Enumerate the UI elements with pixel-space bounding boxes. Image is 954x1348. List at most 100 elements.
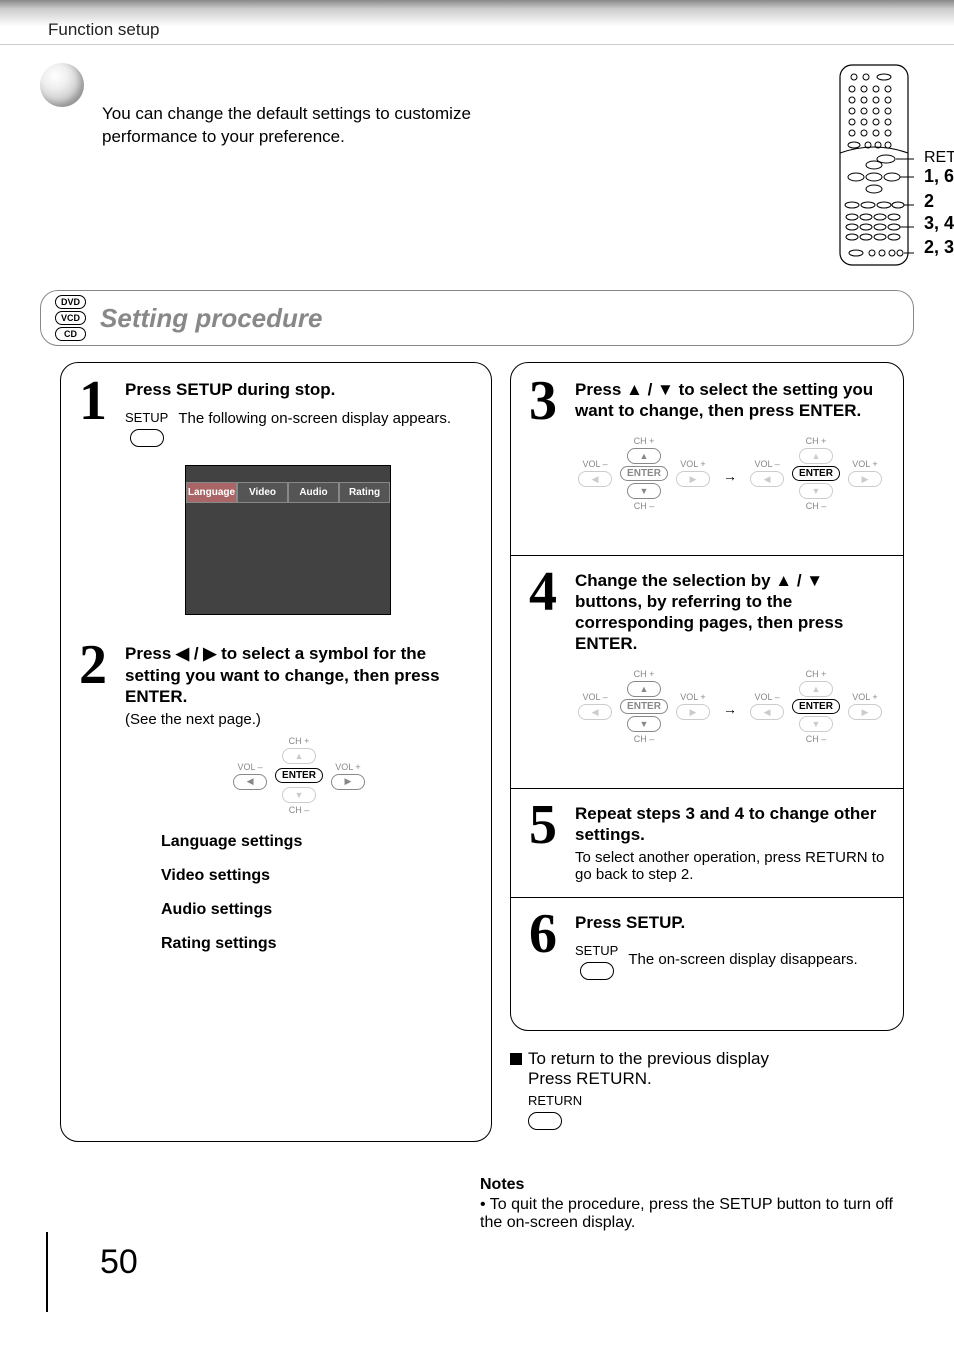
step-title: Press SETUP during stop. — [125, 379, 473, 400]
step-5: 5 Repeat steps 3 and 4 to change other s… — [529, 803, 885, 884]
vol-minus-label: VOL – — [582, 459, 607, 469]
notes-heading: Notes — [480, 1176, 904, 1194]
square-bullet-icon — [510, 1053, 522, 1065]
step-number: 4 — [529, 570, 567, 774]
step-note: To select another operation, press RETUR… — [575, 849, 885, 883]
remote-label: 1, 6 — [924, 167, 954, 187]
dpad-transition: VOL – ◀ CH + ▲ ENTER ▼ CH – VOL + ▶ → VOL – ◀ C… — [575, 428, 885, 525]
osd-tab: Rating — [339, 482, 390, 503]
dpad-diagram: VOL – ◀ CH + ▲ ENTER ▼ CH – VOL + ▶ — [750, 436, 882, 511]
right-arrow-icon: ▶ — [848, 471, 882, 487]
right-arrow-icon: ▶ — [676, 471, 710, 487]
down-arrow-icon: ▼ — [627, 483, 661, 499]
header-title: Function setup — [48, 20, 160, 39]
page-number: 50 — [46, 1232, 954, 1312]
arrow-right-icon: → — [723, 701, 737, 717]
notes-bullet: • To quit the procedure, press the SETUP… — [480, 1196, 904, 1232]
enter-button-icon: ENTER — [792, 466, 840, 481]
step-4: 4 Change the selection by ▲ / ▼ buttons,… — [529, 570, 885, 774]
section-title: Setting procedure — [100, 303, 322, 334]
setup-label: SETUP — [125, 410, 168, 425]
sphere-icon — [40, 63, 84, 107]
ch-plus-label: CH + — [806, 669, 827, 679]
vol-plus-label: VOL + — [335, 762, 360, 772]
down-arrow-icon: ▼ — [799, 483, 833, 499]
vol-minus-label: VOL – — [754, 459, 779, 469]
footer-tip: To return to the previous display Press … — [510, 1049, 904, 1130]
remote-label: 2, 3, 4 — [924, 238, 954, 258]
left-column: 1 Press SETUP during stop. SETUP The fol… — [60, 362, 492, 1142]
enter-button-icon: ENTER — [792, 699, 840, 714]
ch-minus-label: CH – — [634, 734, 655, 744]
oval-button-icon — [130, 429, 164, 447]
ch-minus-label: CH – — [806, 734, 827, 744]
right-arrow-icon: ▶ — [848, 704, 882, 720]
left-arrow-icon: ◀ — [750, 471, 784, 487]
down-arrow-icon: ▼ — [282, 787, 316, 803]
osd-screen: Language Video Audio Rating — [185, 465, 391, 615]
page-header: Function setup — [0, 0, 954, 45]
dpad-diagram: VOL – ◀ CH + ▲ ENTER ▼ CH – VOL + ▶ — [125, 736, 473, 815]
step-note: The following on-screen display appears. — [178, 410, 473, 427]
lead-text: You can change the default settings to c… — [102, 63, 562, 278]
vol-plus-label: VOL + — [680, 692, 705, 702]
tip-line2: Press RETURN. — [528, 1069, 904, 1089]
enter-button-icon: ENTER — [620, 466, 668, 481]
separator — [511, 788, 903, 789]
tip-line1: To return to the previous display — [528, 1049, 769, 1068]
vol-plus-label: VOL + — [852, 459, 877, 469]
small-note: (See the next page.) — [125, 711, 473, 728]
remote-icon — [834, 63, 914, 273]
setting-item: Audio settings — [161, 901, 473, 919]
lead-row: You can change the default settings to c… — [0, 63, 954, 278]
arrow-right-icon: → — [723, 468, 737, 484]
vol-minus-label: VOL – — [582, 692, 607, 702]
remote-label: RETURN — [924, 149, 954, 167]
right-arrow-icon: ▶ — [331, 774, 365, 790]
down-arrow-icon: ▼ — [799, 716, 833, 732]
notes-bullet-text: To quit the procedure, press the SETUP b… — [480, 1196, 893, 1231]
osd-tab: Video — [237, 482, 288, 503]
remote-labels: RETURN 1, 6 2 3, 4 2, 3, 4 — [924, 63, 954, 258]
settings-list: Language settings Video settings Audio s… — [161, 833, 473, 953]
page-number-value: 50 — [100, 1243, 138, 1282]
step-title: Press ◀ / ▶ to select a symbol for the s… — [125, 643, 473, 707]
dpad-diagram: VOL –◀ CH +▲ENTER▼CH – VOL +▶ — [750, 669, 882, 744]
setup-button-diagram: SETUP — [575, 943, 618, 980]
step-number: 5 — [529, 803, 567, 884]
setting-item: Video settings — [161, 867, 473, 885]
step-number: 6 — [529, 912, 567, 992]
vol-minus-label: VOL – — [754, 692, 779, 702]
up-arrow-icon: ▲ — [627, 681, 661, 697]
badge: CD — [55, 327, 86, 341]
badge: DVD — [55, 295, 86, 309]
section-bar: DVD VCD CD Setting procedure — [40, 290, 914, 346]
step-title: Press SETUP. — [575, 912, 885, 933]
remote-diagram: RETURN 1, 6 2 3, 4 2, 3, 4 — [834, 63, 914, 278]
separator — [511, 555, 903, 556]
enter-button-icon: ENTER — [620, 699, 668, 714]
dpad-diagram: VOL –◀ CH +▲ENTER▼CH – VOL +▶ — [578, 669, 710, 744]
ch-minus-label: CH – — [634, 501, 655, 511]
ch-plus-label: CH + — [806, 436, 827, 446]
vol-plus-label: VOL + — [680, 459, 705, 469]
oval-button-icon — [528, 1112, 562, 1130]
step-2: 2 Press ◀ / ▶ to select a symbol for the… — [79, 643, 473, 969]
badge: VCD — [55, 311, 86, 325]
osd-tab: Language — [186, 482, 237, 503]
dpad-transition: VOL –◀ CH +▲ENTER▼CH – VOL +▶ → VOL –◀ C… — [575, 661, 885, 758]
up-arrow-icon: ▲ — [799, 448, 833, 464]
enter-button-icon: ENTER — [275, 768, 323, 783]
ch-minus-label: CH – — [289, 805, 310, 815]
left-arrow-icon: ◀ — [578, 704, 612, 720]
oval-button-icon — [580, 962, 614, 980]
ch-plus-label: CH + — [634, 669, 655, 679]
step-title: Repeat steps 3 and 4 to change other set… — [575, 803, 885, 846]
separator — [511, 897, 903, 898]
ch-minus-label: CH – — [806, 501, 827, 511]
vol-plus-label: VOL + — [852, 692, 877, 702]
left-arrow-icon: ◀ — [578, 471, 612, 487]
right-arrow-icon: ▶ — [676, 704, 710, 720]
notes-block: Notes • To quit the procedure, press the… — [0, 1176, 954, 1232]
step-title: Change the selection by ▲ / ▼ buttons, b… — [575, 570, 885, 655]
